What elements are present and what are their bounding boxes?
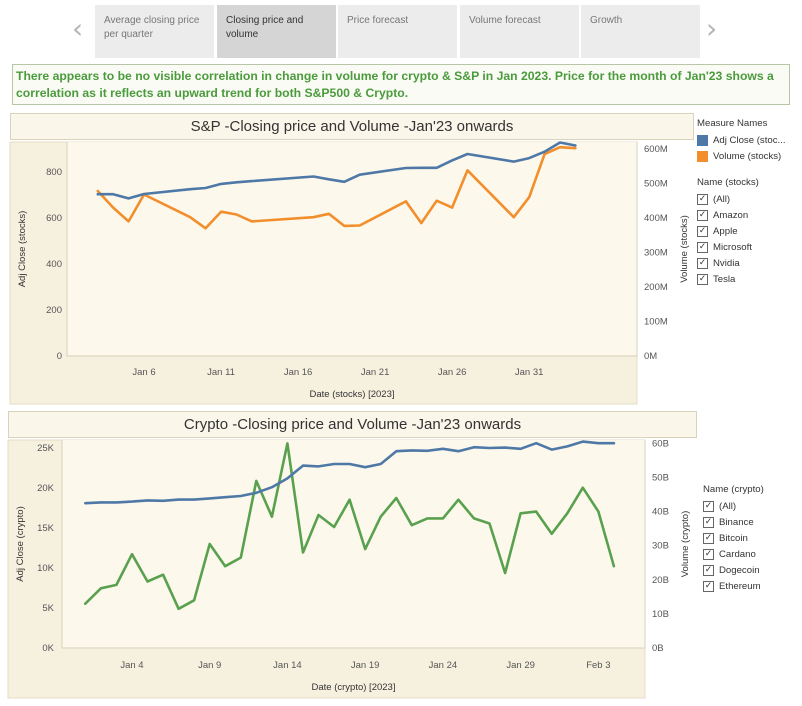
checkbox-icon[interactable]: ✓ — [697, 225, 708, 237]
name-crypto-filter-title: Name (crypto) — [703, 484, 764, 495]
filter-label: Tesla — [713, 273, 736, 285]
filter-label: Amazon — [713, 209, 749, 221]
stocks-x-tick-label: Jan 31 — [515, 367, 544, 378]
stocks-y2-tick-label: 500M — [644, 178, 668, 189]
filter-label: Binance — [719, 516, 754, 528]
crypto-x-tick-label: Jan 24 — [429, 660, 458, 671]
filter-label: Nvidia — [713, 257, 740, 269]
crypto-y-tick-label: 25K — [37, 443, 55, 454]
crypto-y-tick-label: 20K — [37, 483, 55, 494]
stocks-y2-tick-label: 600M — [644, 144, 668, 155]
stocks-x-tick-label: Jan 16 — [284, 367, 313, 378]
stocks-y2-tick-label: 100M — [644, 316, 668, 327]
crypto-y-axis-title: Adj Close (crypto) — [15, 506, 26, 582]
checkbox-icon[interactable]: ✓ — [703, 564, 714, 576]
stocks-legend: Measure Names Adj Close (stoc... Volume … — [697, 118, 800, 287]
filter-apple[interactable]: ✓ Apple — [697, 223, 800, 239]
crypto-y-tick-label: 5K — [42, 603, 54, 614]
filter-label: Cardano — [719, 548, 756, 560]
crypto-x-tick-label: Feb 3 — [586, 660, 610, 671]
crypto-x-tick-label: Jan 4 — [120, 660, 143, 671]
filter-label: Dogecoin — [719, 564, 760, 576]
stocks-x-tick-label: Jan 26 — [438, 367, 467, 378]
stocks-y2-tick-label: 300M — [644, 247, 668, 258]
filter-cardano[interactable]: ✓ Cardano — [703, 546, 800, 562]
checkbox-icon[interactable]: ✓ — [703, 580, 714, 592]
checkbox-icon[interactable]: ✓ — [697, 257, 708, 269]
checkbox-icon[interactable]: ✓ — [697, 273, 708, 285]
stocks-x-axis-title: Date (stocks) [2023] — [309, 389, 394, 400]
stocks-y-tick-label: 200 — [46, 305, 62, 316]
legend-label: Adj Close (stoc... — [713, 134, 786, 146]
checkbox-icon[interactable]: ✓ — [703, 500, 714, 512]
stocks-x-tick-label: Jan 21 — [361, 367, 390, 378]
stocks-plot-area — [67, 142, 637, 356]
crypto-y2-tick-label: 50B — [652, 473, 669, 484]
filter-bitcoin[interactable]: ✓ Bitcoin — [703, 530, 800, 546]
filter-label: Apple — [713, 225, 738, 237]
stocks-y-tick-label: 600 — [46, 213, 62, 224]
checkbox-icon[interactable]: ✓ — [697, 193, 708, 205]
stocks-y2-tick-label: 0M — [644, 351, 657, 362]
crypto-x-tick-label: Jan 14 — [273, 660, 302, 671]
crypto-y2-tick-label: 40B — [652, 507, 669, 518]
crypto-y-tick-label: 15K — [37, 523, 55, 534]
filter-nvidia[interactable]: ✓ Nvidia — [697, 255, 800, 271]
checkbox-icon[interactable]: ✓ — [697, 209, 708, 221]
adj-close-swatch — [697, 134, 708, 146]
legend-label: Volume (stocks) — [713, 150, 782, 162]
filter-microsoft[interactable]: ✓ Microsoft — [697, 239, 800, 255]
checkbox-icon[interactable]: ✓ — [703, 532, 714, 544]
crypto-y2-axis-title: Volume (crypto) — [680, 511, 691, 578]
crypto-plot-area — [62, 440, 645, 648]
filter-all-crypto[interactable]: ✓ (All) — [703, 498, 800, 514]
stocks-y-tick-label: 800 — [46, 167, 62, 178]
crypto-x-axis-title: Date (crypto) [2023] — [312, 682, 396, 693]
checkbox-icon[interactable]: ✓ — [703, 516, 714, 528]
legend-item-adj-close[interactable]: Adj Close (stoc... — [697, 132, 800, 148]
crypto-y-tick-label: 10K — [37, 563, 55, 574]
crypto-legend: Name (crypto) ✓ (All) ✓ Binance ✓ Bitcoin ✓… — [703, 484, 800, 594]
name-stocks-filter-title: Name (stocks) — [697, 177, 759, 188]
stocks-chart: 0 200 400 600 800 0M 100M 200M 300M 400M 500M 600M J… — [7, 141, 691, 699]
crypto-y-tick-label: 0K — [42, 643, 54, 654]
filter-binance[interactable]: ✓ Binance — [703, 514, 800, 530]
filter-label: Ethereum — [719, 580, 761, 592]
stocks-y-tick-label: 400 — [46, 259, 62, 270]
stocks-x-tick-label: Jan 11 — [207, 367, 235, 378]
legend-item-volume-stocks[interactable]: Volume (stocks) — [697, 148, 800, 164]
stocks-y2-tick-label: 400M — [644, 213, 668, 224]
checkbox-icon[interactable]: ✓ — [703, 548, 714, 560]
crypto-chart-title: Crypto -Closing price and Volume -Jan'23… — [8, 411, 697, 438]
volume-stocks-swatch — [697, 150, 708, 162]
crypto-x-tick-label: Jan 19 — [351, 660, 380, 671]
measure-names-title: Measure Names — [697, 118, 768, 129]
crypto-x-tick-label: Jan 9 — [198, 660, 221, 671]
stocks-y2-axis-title: Volume (stocks) — [679, 215, 690, 283]
filter-label: Bitcoin — [719, 532, 748, 544]
crypto-y2-tick-label: 30B — [652, 541, 669, 552]
stocks-y2-tick-label: 200M — [644, 282, 668, 293]
filter-amazon[interactable]: ✓ Amazon — [697, 207, 800, 223]
crypto-x-tick-label: Jan 29 — [506, 660, 535, 671]
crypto-y2-tick-label: 10B — [652, 609, 669, 620]
crypto-y2-tick-label: 60B — [652, 438, 669, 449]
filter-label: (All) — [713, 193, 731, 205]
filter-ethereum[interactable]: ✓ Ethereum — [703, 578, 800, 594]
filter-label: Microsoft — [713, 241, 752, 253]
filter-tesla[interactable]: ✓ Tesla — [697, 271, 800, 287]
crypto-y2-tick-label: 20B — [652, 575, 669, 586]
filter-all-stocks[interactable]: ✓ (All) — [697, 191, 800, 207]
stocks-x-tick-label: Jan 6 — [132, 367, 155, 378]
checkbox-icon[interactable]: ✓ — [697, 241, 708, 253]
filter-label: (All) — [719, 500, 737, 512]
stocks-y-axis-title: Adj Close (stocks) — [17, 211, 28, 288]
filter-dogecoin[interactable]: ✓ Dogecoin — [703, 562, 800, 578]
crypto-y2-tick-label: 0B — [652, 643, 664, 654]
stocks-y-tick-label: 0 — [57, 351, 62, 362]
